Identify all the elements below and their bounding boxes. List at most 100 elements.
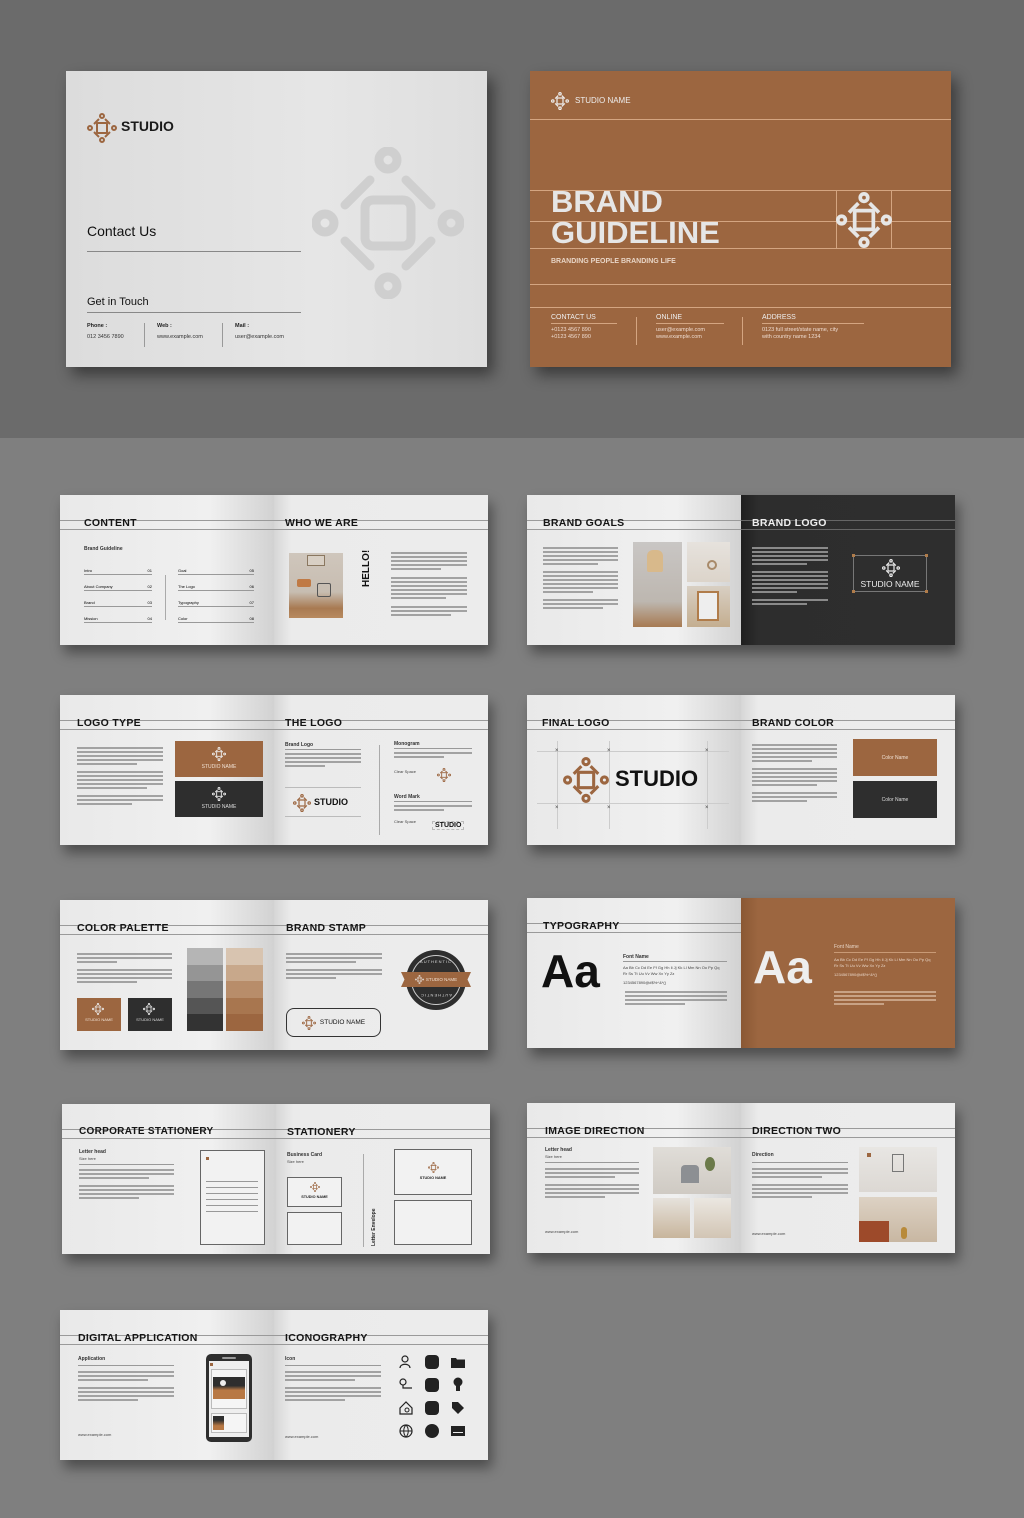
frame-photo: [687, 586, 730, 627]
page-title: CONTENT: [84, 517, 137, 529]
toc-right: Goal 05 The Logo 06 Typography 07 Color 08: [178, 567, 254, 623]
envelope-label: Letter Envelope: [371, 1208, 377, 1246]
page-title: WHO WE ARE: [285, 517, 359, 529]
grid-mark-icon: ×: [555, 748, 559, 754]
page-brand-stamp: BRAND STAMP STUDIO NAME STUDIO NAME AUTH…: [274, 900, 488, 1050]
logo-text: STUDIO NAME: [201, 764, 237, 770]
armchair-photo: [653, 1147, 731, 1194]
palette-swatch: [187, 997, 223, 1015]
toc-label: Mission: [84, 616, 98, 621]
page-brand-logo: BRAND LOGO STUDIO NAME: [741, 495, 955, 645]
footer-online: ONLINE user@example.com www.example.com: [656, 314, 724, 340]
section-label: Word Mark: [394, 794, 420, 800]
section-label: Application: [78, 1356, 106, 1362]
page-brand-color: BRAND COLOR Color Name Color Name: [741, 695, 955, 845]
spread-image-direction: IMAGE DIRECTION Letter head Size here ww…: [527, 1103, 955, 1253]
website-url: www.example.com: [752, 1231, 786, 1236]
contact-label: Web :: [157, 323, 172, 329]
footer-address: ADDRESS 0123 full street/state name, cit…: [762, 314, 864, 340]
grid-mark-icon: ×: [555, 805, 559, 811]
globe-badge-icon: [425, 1424, 439, 1438]
alphabet-line: Rr Ss Tt Uu Vv Ww Xx Yy Zz: [623, 971, 675, 976]
front-cover: STUDIO NAME BRAND GUIDELINE BRANDING PEO…: [530, 71, 951, 367]
section-label: Icon: [285, 1356, 296, 1362]
page-final-logo: FINAL LOGO × × × × × × STUDIO: [527, 695, 741, 845]
toc-num: 07: [249, 600, 254, 605]
title-line-2: GUIDELINE: [551, 215, 720, 250]
business-card-front: STUDIO NAME: [287, 1177, 342, 1207]
page-title: THE LOGO: [285, 717, 343, 729]
map-badge-icon: [425, 1378, 439, 1392]
branch-vase-photo: [653, 1198, 690, 1238]
tagline: BRANDING PEOPLE BRANDING LIFE: [551, 258, 676, 265]
user-badge-icon: [425, 1355, 439, 1369]
phone-mockup: [206, 1354, 252, 1442]
studio-logo-icon: [143, 1003, 155, 1015]
studio-logo-text: STUDIO: [121, 118, 174, 134]
page-content: CONTENT Brand Guideline Intro 01 About Co…: [60, 495, 274, 645]
toc-subtitle: Brand Guideline: [84, 546, 123, 552]
divider: [165, 575, 166, 620]
page-title: BRAND COLOR: [752, 717, 835, 729]
divider: [87, 251, 301, 252]
studio-logo-icon: [92, 1003, 104, 1015]
gray-scale-palette: [187, 948, 223, 1031]
home-settings-icon: [399, 1401, 413, 1415]
page-title: STATIONERY: [287, 1126, 356, 1138]
page-digital-application: DIGITAL APPLICATION Application www.exam…: [60, 1310, 274, 1460]
page-title: BRAND LOGO: [752, 517, 827, 529]
footer-line: 0123 full street/state name, city: [762, 327, 839, 333]
sofa-photo: [859, 1197, 937, 1242]
page-title: ICONOGRAPHY: [285, 1332, 368, 1344]
size-label: Size here: [79, 1156, 96, 1161]
divider: [87, 312, 301, 313]
palette-card-dark: STUDIO NAME: [128, 998, 172, 1031]
font-name-label: Font Name: [623, 954, 649, 960]
footer-line: with country name 1234: [762, 334, 821, 340]
brand-logo-text: STUDIO NAME: [860, 579, 920, 589]
get-in-touch-heading: Get in Touch: [87, 296, 149, 308]
page-typography-alt: Aa Font Name Aa Bb Cc Dd Ee Ff Gg Hh Ii …: [741, 898, 955, 1048]
grid-mark-icon: ×: [607, 805, 611, 811]
numerals-line: 1234567890@#$%^&*(): [623, 980, 667, 985]
toc-label: Typography: [178, 600, 199, 605]
font-name-label: Font Name: [834, 944, 859, 950]
studio-logo-icon: [563, 757, 609, 803]
color-name: Color Name: [881, 796, 909, 803]
grid-mark-icon: ×: [705, 748, 709, 754]
toc-num: 04: [147, 616, 152, 621]
badge-ring-text: AUTHENTIC: [420, 959, 452, 964]
palette-swatch: [187, 981, 223, 998]
wordmark-text: STUDIO: [432, 821, 465, 830]
palette-swatch: [226, 948, 263, 965]
brand-color-swatch-dark: Color Name: [853, 781, 937, 818]
logo-text: STUDIO: [314, 797, 349, 807]
clear-space-label: Clear Space: [394, 769, 417, 774]
contact-columns: Phone : 012 3456 7890 Web : www.example.…: [87, 323, 307, 347]
home-badge-icon: [425, 1401, 439, 1415]
page-title: IMAGE DIRECTION: [545, 1125, 645, 1137]
palette-swatch: [226, 997, 263, 1015]
user-profile-icon: [399, 1355, 411, 1369]
monogram-icon: [437, 768, 451, 782]
authentic-badge: STUDIO NAME AUTHENTIC AUTHENTIC: [401, 947, 471, 1022]
website-url: www.example.com: [78, 1432, 112, 1437]
page-the-logo: THE LOGO Brand Logo STUDIO Monogram Clea…: [274, 695, 488, 845]
contact-phone: Phone : 012 3456 7890: [87, 323, 145, 347]
studio-logo-icon: [212, 747, 226, 761]
footer-line: user@example.com: [656, 327, 705, 333]
toc-label: The Logo: [178, 584, 195, 589]
logo-text: STUDIO NAME: [201, 804, 237, 810]
contact-value: 012 3456 7890: [87, 334, 124, 340]
logo-grid: STUDIO: [285, 787, 361, 817]
page-direction-two: DIRECTION TWO Direction www.example.com: [741, 1103, 955, 1253]
badge-text: STUDIO NAME: [425, 977, 458, 982]
page-title: COLOR PALETTE: [77, 922, 169, 934]
page-title: DIRECTION TWO: [752, 1125, 842, 1137]
grid-mark-icon: ×: [607, 748, 611, 754]
studio-logo-icon: [882, 559, 900, 577]
page-stationery: STATIONERY Business Card Size here STUDI…: [276, 1104, 490, 1254]
stamp-pill: STUDIO NAME: [286, 1008, 381, 1037]
page-typography: TYPOGRAPHY Aa Font Name Aa Bb Cc Dd Ee F…: [527, 898, 741, 1048]
toc-num: 03: [147, 600, 152, 605]
